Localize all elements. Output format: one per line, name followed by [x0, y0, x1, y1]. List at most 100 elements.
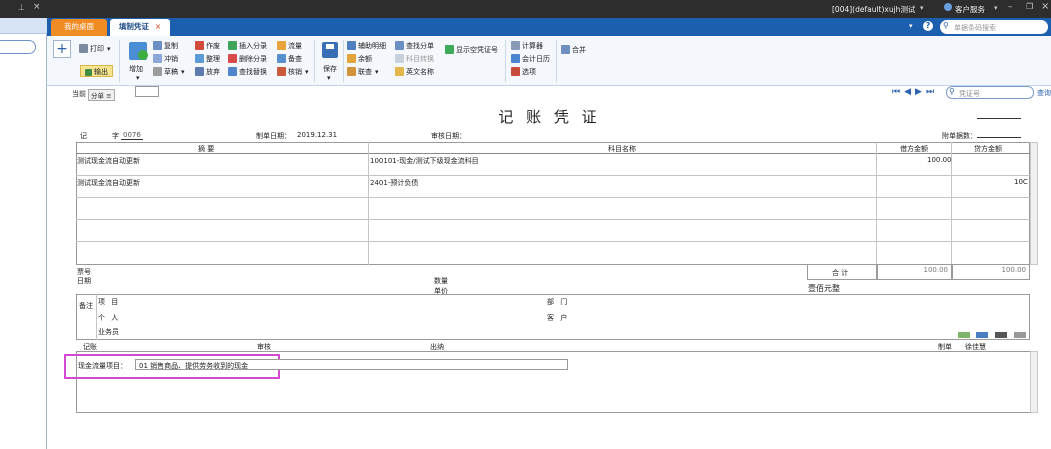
balance-button[interactable]: 余额: [347, 53, 372, 65]
amount-in-words: 壹佰元整: [808, 284, 840, 293]
show-empty-voucher-button[interactable]: 显示空凭证号: [445, 44, 498, 56]
discard-button[interactable]: 放弃: [195, 66, 220, 78]
account-dropdown-icon[interactable]: ▾: [920, 4, 924, 12]
customer-service[interactable]: 客户服务: [955, 4, 985, 15]
current-label: 当前: [72, 90, 86, 98]
tab-fill-voucher[interactable]: 填制凭证 ×: [110, 19, 170, 36]
increase-dropdown-icon[interactable]: ▾: [136, 74, 140, 82]
global-search-input[interactable]: ⚲ 单据条码搜索: [940, 20, 1048, 34]
row1-summary[interactable]: 测试现金流自动更新: [77, 156, 140, 166]
output-button[interactable]: 输出: [80, 65, 113, 77]
row2-summary[interactable]: 测试现金流自动更新: [77, 178, 140, 188]
close-pane-icon[interactable]: ×: [33, 2, 41, 12]
query-link[interactable]: 查询: [1037, 88, 1051, 98]
link-icon[interactable]: [976, 332, 988, 338]
english-name-icon: [395, 67, 404, 76]
tab-list-dropdown-icon[interactable]: ▾: [909, 22, 913, 30]
print-dropdown-icon: ▾: [107, 45, 111, 53]
link-query-label: 联查: [358, 68, 372, 76]
tidy-button[interactable]: 整理: [195, 53, 220, 65]
close-window-icon[interactable]: ×: [1041, 1, 1049, 12]
find-entry-button[interactable]: 查找分单: [395, 40, 434, 52]
col-header-subject: 科目名称: [608, 145, 636, 153]
next-page-icon[interactable]: ▶: [915, 87, 926, 97]
print-icon: [79, 44, 88, 53]
col-header-debit: 借方金额: [900, 145, 928, 153]
calendar-icon: [511, 54, 520, 63]
service-dropdown-icon[interactable]: ▾: [994, 4, 998, 12]
left-navigation-pane: [0, 18, 47, 449]
insert-entry-button[interactable]: 插入分录: [228, 40, 267, 52]
account-label[interactable]: [004](default)xujh测试: [832, 4, 915, 15]
merge-button[interactable]: 合并: [561, 44, 586, 56]
delete-entry-button[interactable]: 删除分录: [228, 53, 267, 65]
voucher-number[interactable]: 0076: [121, 131, 143, 140]
current-entry-box[interactable]: [135, 86, 159, 97]
total-credit: 100.00: [1001, 266, 1027, 274]
row2-credit[interactable]: 10C: [1014, 178, 1028, 186]
restore-icon[interactable]: ❐: [1026, 2, 1033, 11]
calculator-button[interactable]: 计算器: [511, 40, 543, 52]
flow-icon: [277, 41, 286, 50]
entries-scrollbar[interactable]: [1030, 142, 1038, 265]
first-page-icon[interactable]: ⏮: [892, 87, 904, 97]
remark-label: 备注: [79, 302, 93, 310]
find-entry-icon: [395, 41, 404, 50]
left-pane-search[interactable]: [0, 40, 36, 54]
customer-label: 客 户: [547, 314, 570, 322]
void-label: 作废: [206, 42, 220, 50]
last-page-icon[interactable]: ⏭: [926, 87, 938, 97]
draft-button[interactable]: 草稿 ▾: [153, 66, 185, 78]
link-dropdown-icon: ▾: [375, 68, 379, 76]
row1-subject[interactable]: 100101-现金/测试下级现金流科目: [370, 156, 479, 166]
cashflow-label: 现金流量项目：: [78, 362, 127, 370]
tab-my-desk[interactable]: 我的桌面: [51, 19, 107, 36]
options-button[interactable]: 选项: [511, 66, 536, 78]
backup-button[interactable]: 备查: [277, 53, 302, 65]
minimize-icon[interactable]: –: [1008, 2, 1013, 12]
void-button[interactable]: 作废: [195, 40, 220, 52]
find-replace-button[interactable]: 查找替换: [228, 66, 267, 78]
balance-label: 余额: [358, 55, 372, 63]
remark-divider: [96, 294, 97, 340]
save-dropdown-icon[interactable]: ▾: [327, 74, 331, 82]
ribbon-divider: [505, 40, 506, 82]
add-new-button[interactable]: +: [53, 40, 71, 58]
output-icon: [85, 69, 92, 76]
offset-button[interactable]: 冲销: [153, 53, 178, 65]
aux-detail-button[interactable]: 辅助明细: [347, 40, 386, 52]
row2-subject[interactable]: 2401-预计负债: [370, 178, 418, 188]
ribbon-divider: [119, 40, 120, 82]
insert-entry-icon: [228, 41, 237, 50]
voucher-title: 记 账 凭 证: [498, 108, 601, 126]
voucher-number-search[interactable]: ⚲ 凭证号: [946, 86, 1034, 99]
note-icon[interactable]: [1014, 332, 1026, 338]
help-icon[interactable]: ?: [923, 21, 933, 31]
attach-icon[interactable]: [958, 332, 970, 338]
voucher-nav-buttons[interactable]: ⏮◀▶⏭: [892, 87, 938, 97]
increase-icon[interactable]: [129, 42, 148, 60]
pin-icon[interactable]: ⊥: [18, 3, 25, 12]
subject-convert-button[interactable]: 科目转换: [395, 53, 434, 65]
voucher-date[interactable]: 2019.12.31: [297, 131, 337, 139]
prev-page-icon[interactable]: ◀: [904, 87, 915, 97]
draft-dropdown-icon: ▾: [181, 68, 185, 76]
verify-button[interactable]: 核销 ▾: [277, 66, 309, 78]
print-button[interactable]: 打印 ▾: [79, 43, 111, 55]
english-name-button[interactable]: 英文名称: [395, 66, 434, 78]
left-pane-header: [0, 18, 47, 34]
discard-icon: [195, 67, 204, 76]
close-tab-icon[interactable]: ×: [155, 22, 161, 31]
subject-convert-label: 科目转换: [406, 55, 434, 63]
void-icon: [195, 41, 204, 50]
scan-icon[interactable]: [995, 332, 1007, 338]
cashflow-scrollbar[interactable]: [1030, 351, 1038, 413]
delete-entry-icon: [228, 54, 237, 63]
save-icon[interactable]: [322, 42, 338, 58]
copy-button[interactable]: 复制: [153, 40, 178, 52]
accounting-calendar-button[interactable]: 会计日历: [511, 53, 550, 65]
row1-debit[interactable]: 100.00: [927, 156, 952, 164]
cashflow-input[interactable]: 01 销售商品、提供劳务收到的现金: [135, 359, 568, 370]
flow-button[interactable]: 流量: [277, 40, 302, 52]
link-query-button[interactable]: 联查 ▾: [347, 66, 379, 78]
